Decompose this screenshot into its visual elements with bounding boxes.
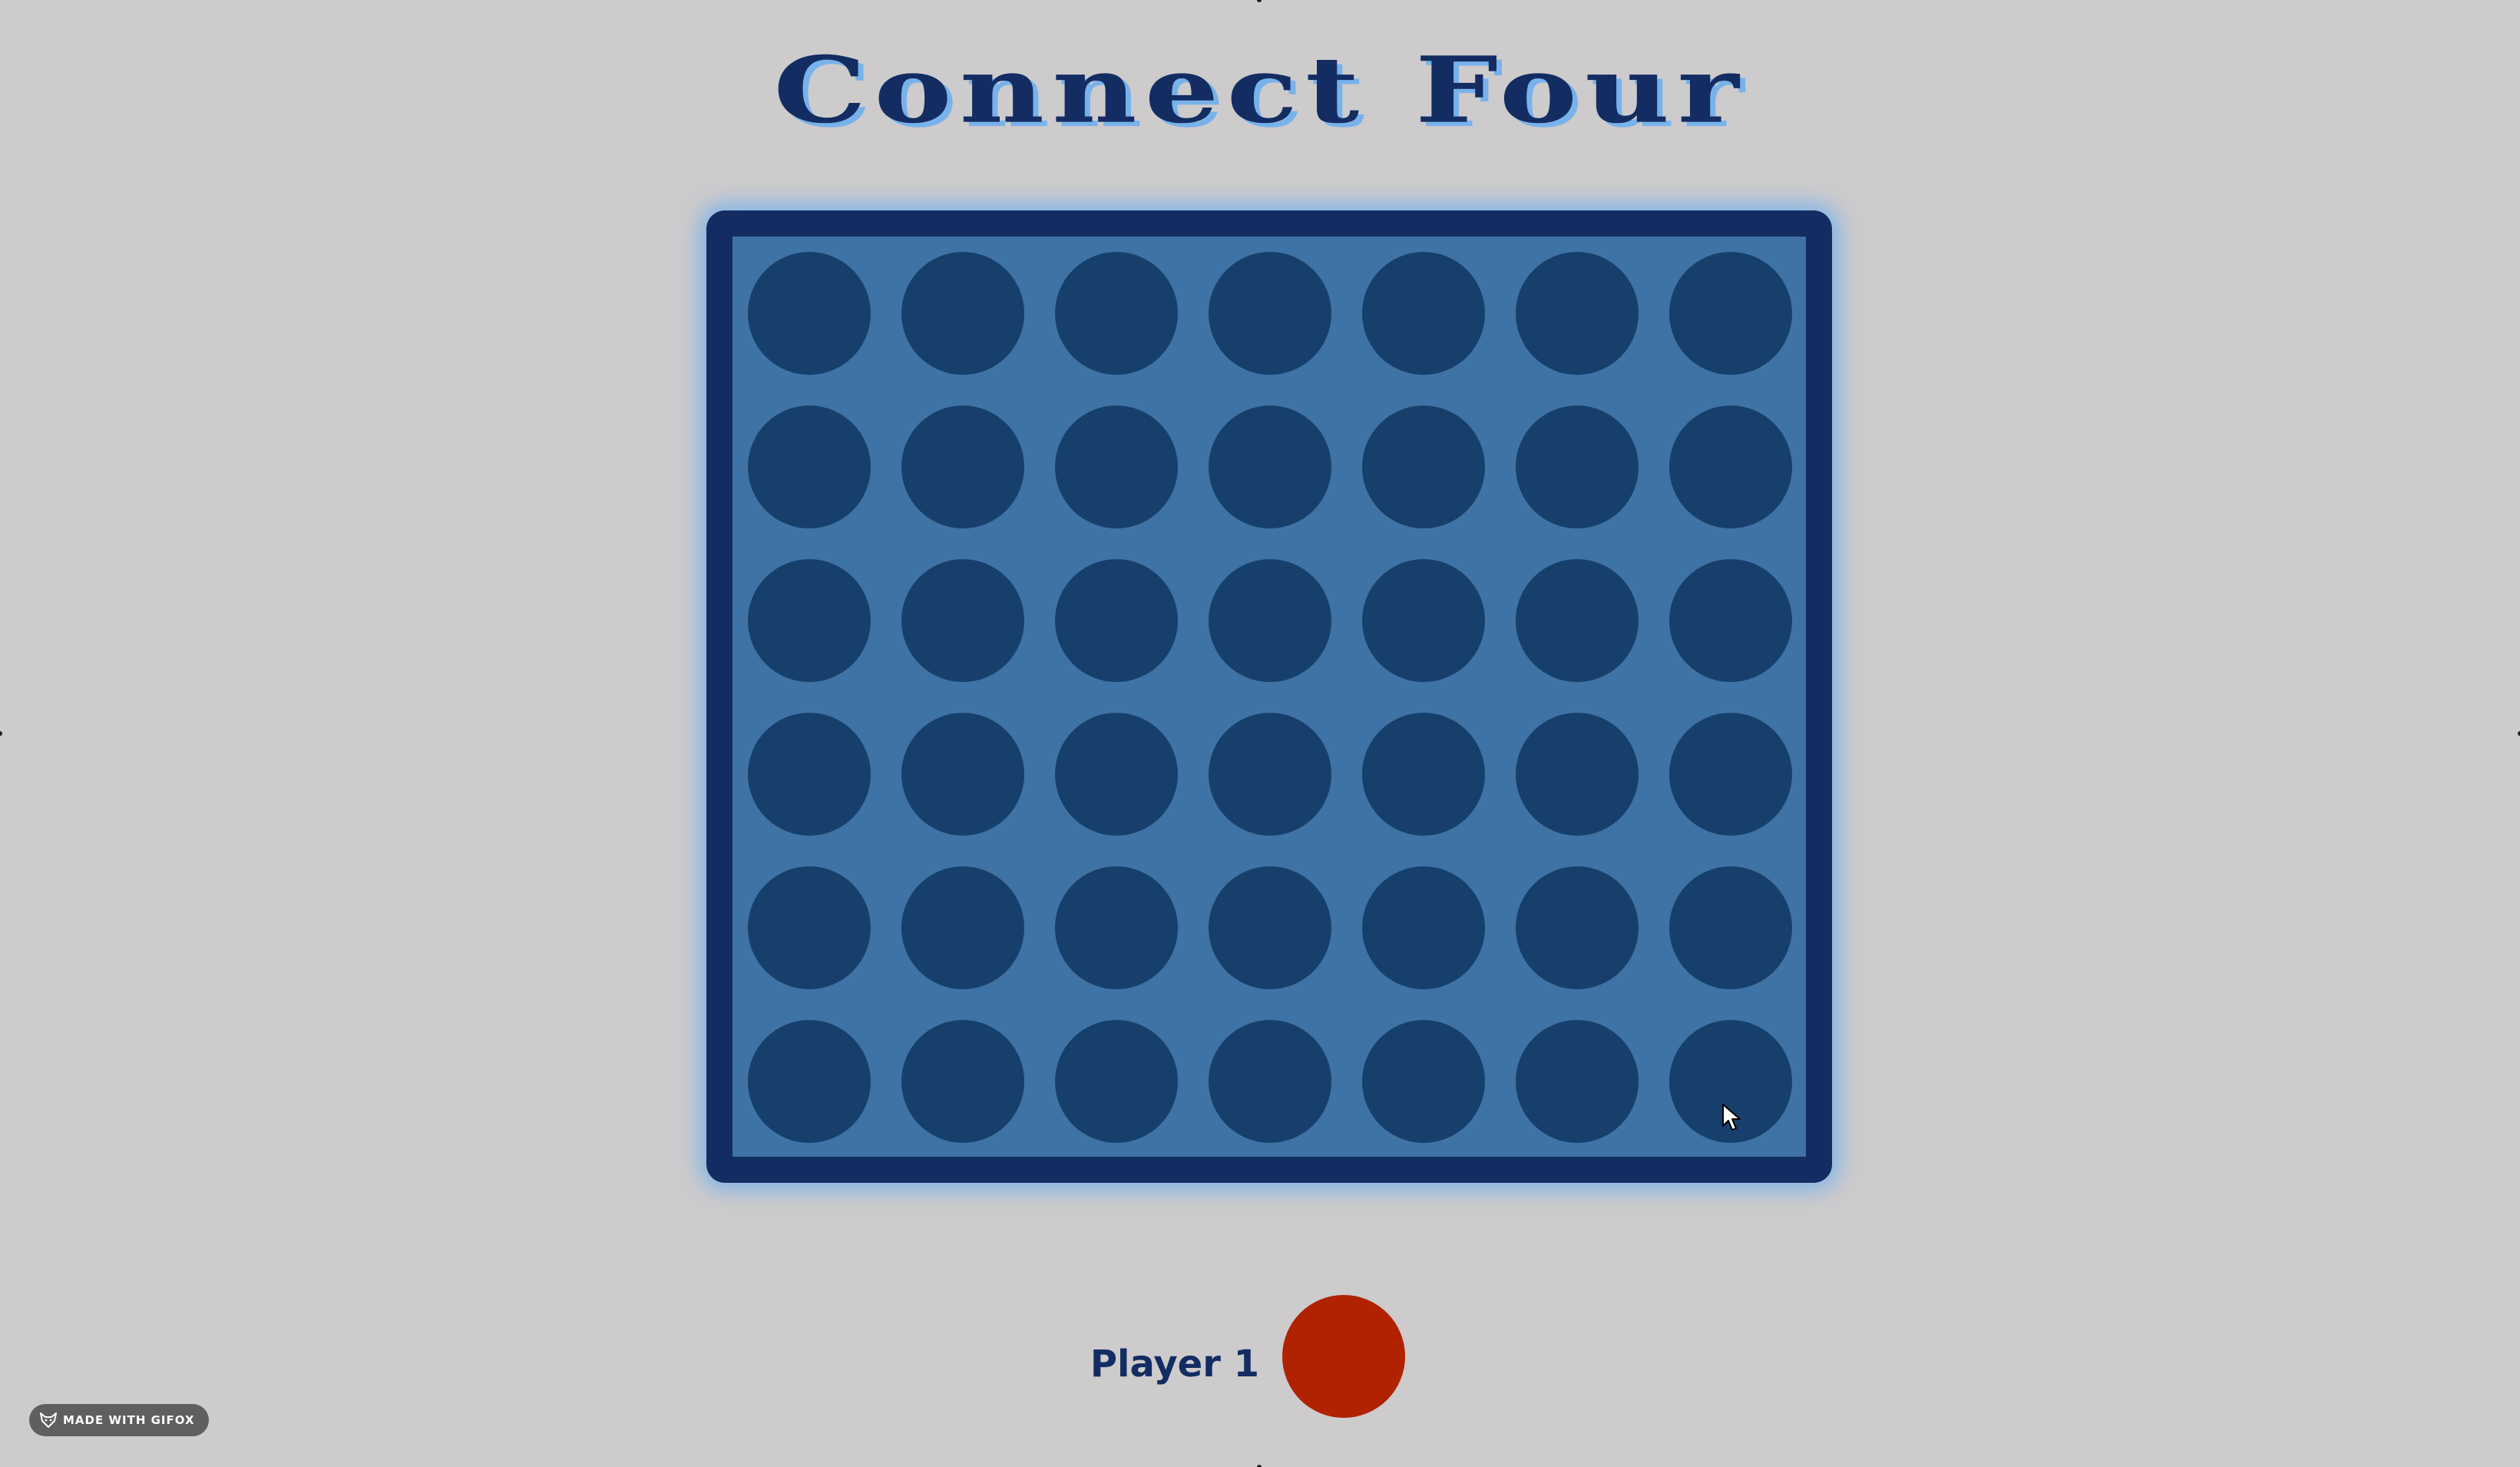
board-slot-r3-c7[interactable]: [1669, 559, 1792, 682]
board-slot-r2-c5[interactable]: [1362, 406, 1485, 528]
board-slot-r3-c3[interactable]: [1055, 559, 1178, 682]
board-slot-r2-c4[interactable]: [1209, 406, 1331, 528]
board-slot-r4-c5[interactable]: [1362, 713, 1485, 836]
board-slot-r5-c6[interactable]: [1516, 866, 1639, 989]
board-slot-r3-c2[interactable]: [901, 559, 1024, 682]
board-slot-r5-c3[interactable]: [1055, 866, 1178, 989]
board-slot-r2-c2[interactable]: [901, 406, 1024, 528]
board-slot-r5-c4[interactable]: [1209, 866, 1331, 989]
board-slot-r3-c6[interactable]: [1516, 559, 1639, 682]
board-slot-r4-c2[interactable]: [901, 713, 1024, 836]
board-slot-r6-c5[interactable]: [1362, 1020, 1485, 1143]
board-slot-r5-c1[interactable]: [748, 866, 871, 989]
board-slot-r2-c1[interactable]: [748, 406, 871, 528]
current-player-disc: [1282, 1295, 1405, 1418]
board-slot-r1-c5[interactable]: [1362, 252, 1485, 375]
board-slot-r4-c3[interactable]: [1055, 713, 1178, 836]
edge-marker-left: [0, 731, 2, 736]
board-slot-r1-c1[interactable]: [748, 252, 871, 375]
board-slot-r6-c6[interactable]: [1516, 1020, 1639, 1143]
board-slot-r6-c2[interactable]: [901, 1020, 1024, 1143]
game-board: [706, 210, 1832, 1183]
board-slot-r3-c5[interactable]: [1362, 559, 1485, 682]
gifox-badge: MADE WITH GIFOX: [29, 1404, 209, 1436]
board-slot-r5-c7[interactable]: [1669, 866, 1792, 989]
board-slot-r1-c2[interactable]: [901, 252, 1024, 375]
board-slot-r3-c1[interactable]: [748, 559, 871, 682]
board-slot-r5-c5[interactable]: [1362, 866, 1485, 989]
board-slot-r2-c3[interactable]: [1055, 406, 1178, 528]
board-slot-r1-c6[interactable]: [1516, 252, 1639, 375]
board-slot-r2-c7[interactable]: [1669, 406, 1792, 528]
current-player-label: Player 1: [1090, 1343, 1259, 1386]
fox-icon: [40, 1412, 57, 1428]
board-grid: [733, 237, 1806, 1157]
board-slot-r4-c7[interactable]: [1669, 713, 1792, 836]
board-slot-r6-c4[interactable]: [1209, 1020, 1331, 1143]
board-slot-r4-c1[interactable]: [748, 713, 871, 836]
board-slot-r4-c4[interactable]: [1209, 713, 1331, 836]
board-slot-r4-c6[interactable]: [1516, 713, 1639, 836]
board-slot-r6-c3[interactable]: [1055, 1020, 1178, 1143]
board-slot-r1-c7[interactable]: [1669, 252, 1792, 375]
board-slot-r3-c4[interactable]: [1209, 559, 1331, 682]
board-slot-r1-c4[interactable]: [1209, 252, 1331, 375]
badge-label: MADE WITH GIFOX: [63, 1413, 195, 1427]
board-slot-r2-c6[interactable]: [1516, 406, 1639, 528]
board-slot-r1-c3[interactable]: [1055, 252, 1178, 375]
board-slot-r5-c2[interactable]: [901, 866, 1024, 989]
board-slot-r6-c1[interactable]: [748, 1020, 871, 1143]
page-title: Connect Four: [773, 36, 1747, 144]
mouse-pointer-icon: [1721, 1103, 1741, 1136]
board-panel: [733, 237, 1806, 1157]
game-page: Connect Four Player 1 MADE WITH GIFOX: [0, 0, 2520, 1467]
edge-marker-top: [1257, 0, 1262, 2]
